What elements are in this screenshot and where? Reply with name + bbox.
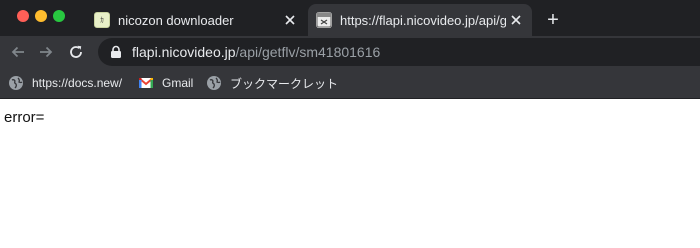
- bookmark-label: https://docs.new/: [32, 76, 123, 90]
- forward-button[interactable]: [34, 40, 58, 64]
- bookmark-docs-new[interactable]: https://docs.new/: [8, 73, 122, 93]
- nicozon-favicon-icon: ｶ: [94, 12, 110, 28]
- tab-title: nicozon downloader: [118, 12, 234, 28]
- bookmarks-bar: https://docs.new/ Gmail ブックマークレット: [0, 68, 700, 99]
- window-minimize-button[interactable]: [35, 10, 47, 22]
- tab-title: https://flapi.nicovideo.jp/api/getflv/sm…: [340, 12, 506, 28]
- url-path: /api/getflv/sm41801616: [235, 44, 381, 60]
- bookmark-bookmarklet[interactable]: ブックマークレット: [206, 73, 338, 93]
- reload-icon: [70, 45, 82, 58]
- bookmark-label: Gmail: [162, 76, 194, 90]
- reload-button[interactable]: [64, 40, 88, 64]
- globe-icon: [207, 76, 221, 90]
- new-tab-button[interactable]: +: [542, 9, 564, 31]
- lock-icon: [111, 45, 121, 58]
- toolbar: flapi.nicovideo.jp/api/getflv/sm41801616: [0, 36, 700, 68]
- arrow-left-icon: [11, 46, 24, 58]
- close-icon[interactable]: [280, 10, 300, 30]
- browser-chrome: ｶ nicozon downloader https://flapi.nicov…: [0, 0, 700, 99]
- window-maximize-button[interactable]: [53, 10, 65, 22]
- arrow-right-icon: [40, 46, 53, 58]
- back-button[interactable]: [6, 40, 30, 64]
- bookmark-label: ブックマークレット: [230, 76, 339, 91]
- tab-nicozon-downloader[interactable]: ｶ nicozon downloader: [86, 4, 306, 36]
- tab-strip: ｶ nicozon downloader https://flapi.nicov…: [0, 0, 700, 36]
- page-favicon-icon: [316, 12, 332, 28]
- tab-flapi[interactable]: https://flapi.nicovideo.jp/api/getflv/sm…: [308, 4, 532, 36]
- gmail-icon: [138, 77, 154, 88]
- url-text: flapi.nicovideo.jp/api/getflv/sm41801616: [132, 44, 380, 60]
- page-content: error=: [0, 99, 700, 248]
- response-text: error=: [4, 109, 45, 126]
- globe-icon: [9, 76, 23, 90]
- bookmark-gmail[interactable]: Gmail: [138, 73, 193, 93]
- window-close-button[interactable]: [17, 10, 29, 22]
- url-host: flapi.nicovideo.jp: [132, 44, 236, 60]
- address-bar[interactable]: flapi.nicovideo.jp/api/getflv/sm41801616: [98, 38, 700, 66]
- close-icon[interactable]: [506, 10, 526, 30]
